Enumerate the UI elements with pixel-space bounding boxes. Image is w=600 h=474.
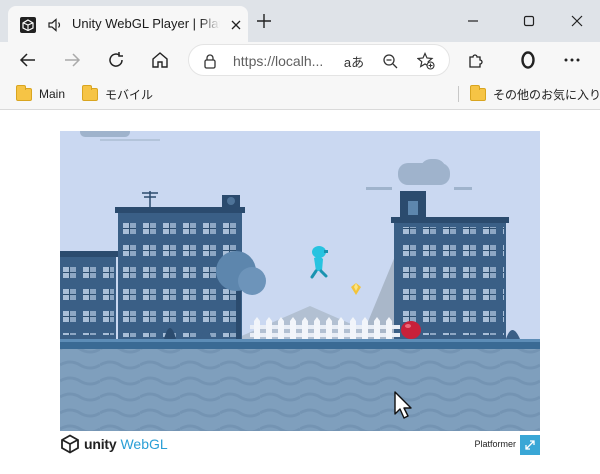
product-name: Platformer xyxy=(474,439,516,449)
lock-icon[interactable] xyxy=(203,53,217,69)
folder-icon xyxy=(82,84,98,101)
plus-icon xyxy=(257,14,271,28)
unity-webgl-logo: unity WebGL xyxy=(60,434,168,454)
unity-game-canvas[interactable] xyxy=(60,131,540,431)
window-close-button[interactable] xyxy=(562,6,592,36)
profile-ring-icon xyxy=(521,51,535,69)
browser-tab[interactable]: Unity WebGL Player | Platformer xyxy=(8,6,248,42)
bookmark-mobile[interactable]: モバイル xyxy=(82,84,153,104)
refresh-icon xyxy=(109,52,123,67)
folder-icon xyxy=(16,84,32,101)
unity-logo-icon xyxy=(20,17,36,33)
tab-title: Unity WebGL Player | Platformer xyxy=(72,16,220,31)
home-icon xyxy=(152,52,168,68)
back-arrow-icon xyxy=(19,53,35,67)
read-aloud-icon[interactable]: aあ xyxy=(343,50,365,72)
bookmark-other-favorites[interactable]: その他のお気に入り xyxy=(470,84,600,104)
maximize-icon xyxy=(523,15,535,27)
extensions-button[interactable] xyxy=(462,46,490,74)
fullscreen-button[interactable] xyxy=(520,435,540,455)
browser-toolbar: https://localh... aあ xyxy=(0,42,600,78)
fullscreen-icon xyxy=(525,440,535,450)
zoom-out-icon[interactable] xyxy=(379,50,401,72)
building-left xyxy=(60,251,118,339)
puzzle-icon xyxy=(469,54,483,68)
unity-logo-icon xyxy=(61,434,79,454)
back-button[interactable] xyxy=(14,46,42,74)
maximize-button[interactable] xyxy=(514,6,544,36)
bookmarks-bar: Main モバイル その他のお気に入り xyxy=(0,78,600,110)
bookmark-label: モバイル xyxy=(105,87,154,102)
close-icon xyxy=(571,15,583,27)
profile-button[interactable] xyxy=(514,46,542,74)
home-button[interactable] xyxy=(146,46,174,74)
url-text[interactable]: https://localh... xyxy=(233,53,323,69)
folder-icon xyxy=(470,84,486,101)
unity-footer: unity WebGL Platformer xyxy=(60,431,540,461)
webgl-wordmark: WebGL xyxy=(120,436,168,452)
mouse-cursor-icon xyxy=(393,390,415,422)
forward-arrow-icon xyxy=(65,53,81,67)
bookmark-label: その他のお気に入り xyxy=(493,87,600,102)
forward-button[interactable] xyxy=(58,46,86,74)
more-button[interactable] xyxy=(558,46,586,74)
close-icon[interactable] xyxy=(226,15,246,35)
minimize-button[interactable] xyxy=(458,6,488,36)
star-add-icon[interactable] xyxy=(415,50,437,72)
minimize-icon xyxy=(468,20,478,22)
address-bar[interactable]: https://localh... aあ xyxy=(188,44,450,76)
speaker-icon[interactable] xyxy=(46,16,64,34)
bookmarks-separator xyxy=(458,86,459,102)
title-bar: Unity WebGL Player | Platformer xyxy=(0,0,600,42)
new-tab-button[interactable] xyxy=(252,9,276,33)
bookmark-main[interactable]: Main xyxy=(16,84,65,104)
ground-platform xyxy=(60,339,540,431)
enemy-blob xyxy=(401,321,421,339)
refresh-button[interactable] xyxy=(102,46,130,74)
bookmark-label: Main xyxy=(39,87,66,101)
unity-wordmark: unity xyxy=(84,436,117,452)
more-icon xyxy=(564,58,580,62)
